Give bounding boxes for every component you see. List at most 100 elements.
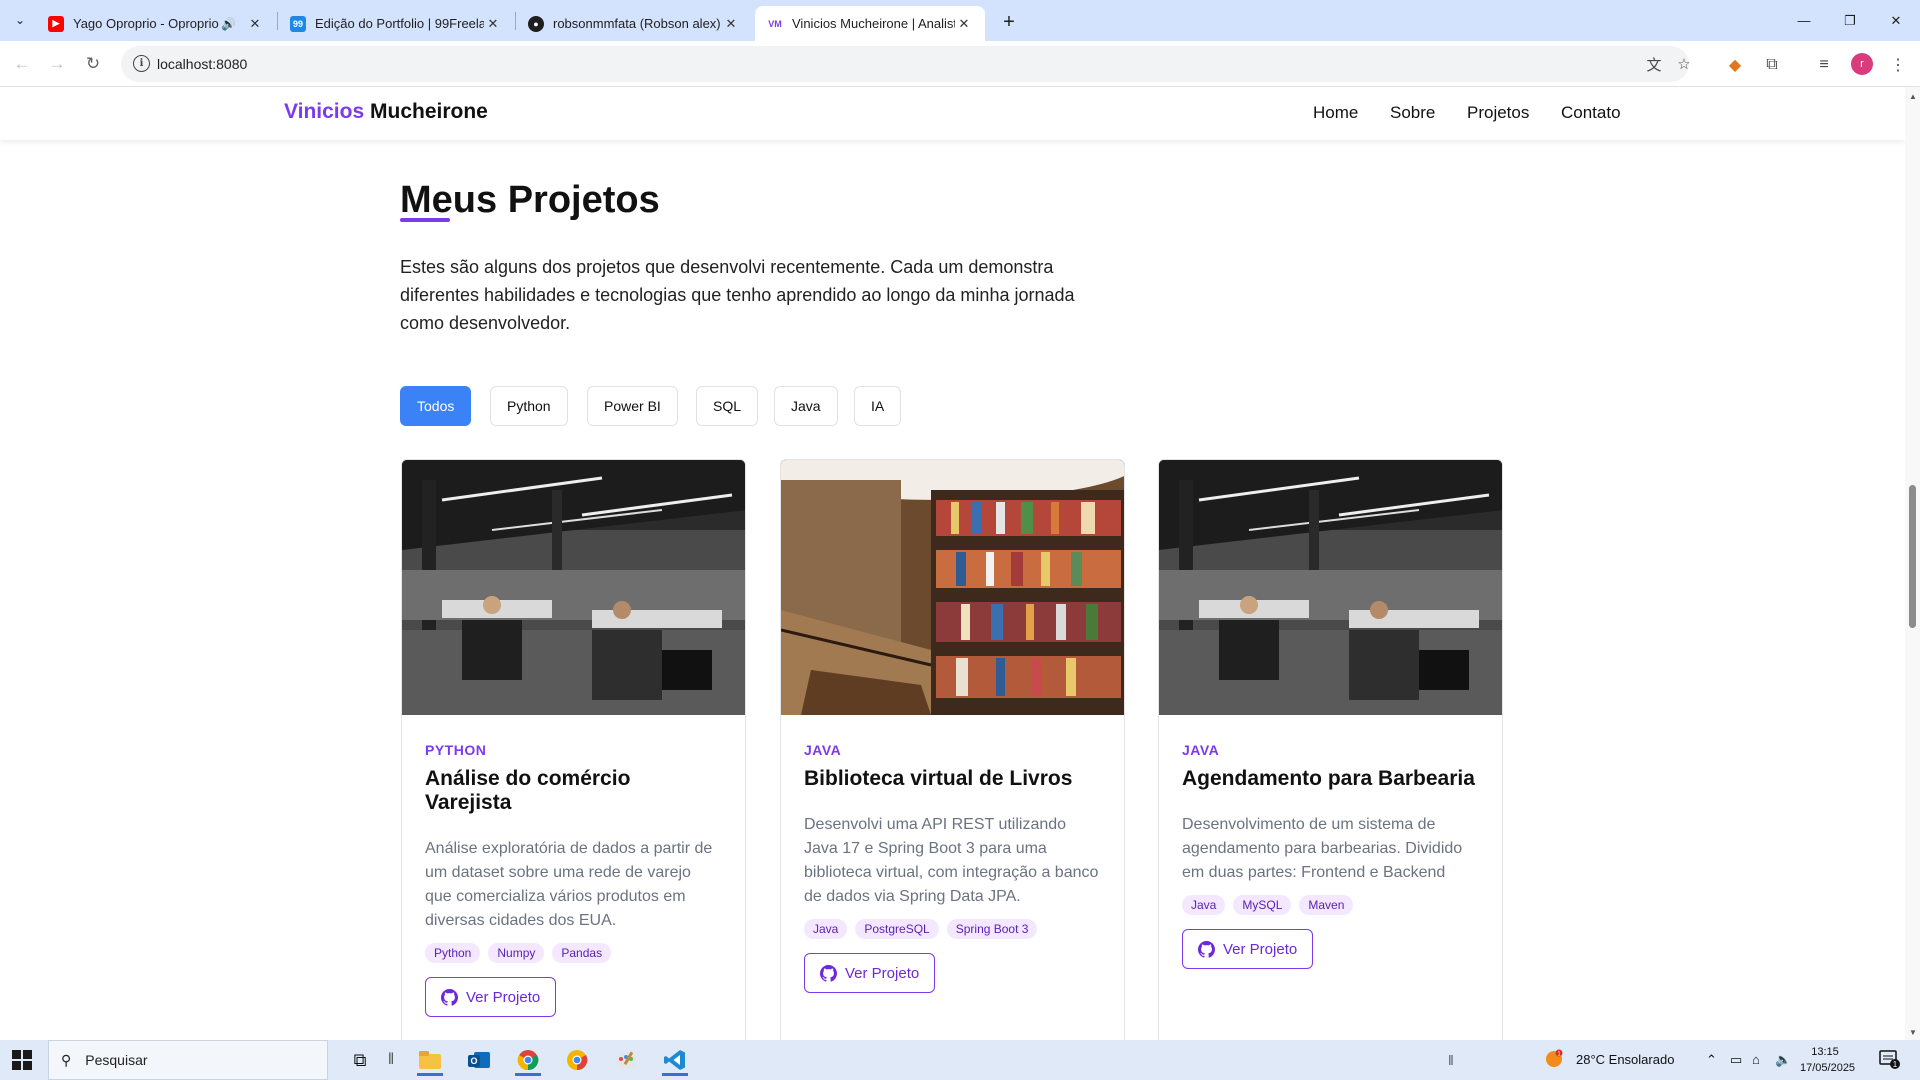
project-tags: Python Numpy Pandas bbox=[425, 943, 722, 963]
filter-java[interactable]: Java bbox=[774, 386, 838, 426]
tag: Maven bbox=[1299, 895, 1354, 915]
close-tab-icon[interactable]: ✕ bbox=[955, 15, 973, 33]
url-text[interactable]: localhost:8080 bbox=[157, 56, 247, 72]
project-category: JAVA bbox=[1182, 742, 1220, 758]
scroll-down-arrow-icon[interactable]: ▼ bbox=[1909, 1028, 1917, 1037]
github-icon bbox=[441, 988, 458, 1006]
weather-sun-icon[interactable]: 1 bbox=[1544, 1049, 1564, 1072]
tab-youtube[interactable]: ▶ Yago Oproprio - Oproprio ( 🔊 ✕ bbox=[36, 6, 276, 41]
nav-contato[interactable]: Contato bbox=[1561, 103, 1621, 123]
extensions-icon[interactable]: ⧉ bbox=[1760, 53, 1784, 77]
chrome-profile-icon[interactable] bbox=[560, 1044, 594, 1076]
weather-text[interactable]: 28°C Ensolarado bbox=[1576, 1052, 1674, 1067]
clock-time: 13:15 bbox=[1811, 1046, 1839, 1058]
project-description: Desenvolvi uma API REST utilizando Java … bbox=[804, 816, 1099, 905]
paint-icon[interactable] bbox=[609, 1044, 643, 1076]
button-label: Ver Projeto bbox=[1223, 940, 1298, 958]
tag: Java bbox=[804, 919, 848, 939]
profile-avatar[interactable]: r bbox=[1851, 53, 1873, 75]
project-description: Desenvolvimento de um sistema de agendam… bbox=[1182, 816, 1463, 881]
tag: Numpy bbox=[488, 943, 545, 963]
scrollbar-thumb[interactable] bbox=[1909, 485, 1916, 628]
windows-start-icon[interactable] bbox=[12, 1050, 32, 1070]
system-clock[interactable]: 13:15 17/05/2025 bbox=[1800, 1044, 1855, 1076]
filter-todos[interactable]: Todos bbox=[400, 386, 472, 426]
address-bar[interactable]: i localhost:8080 文 ☆ bbox=[121, 46, 1691, 82]
file-explorer-icon[interactable] bbox=[413, 1044, 447, 1076]
close-tab-icon[interactable]: ✕ bbox=[246, 15, 264, 33]
site-info-icon[interactable]: i bbox=[133, 55, 150, 72]
filter-sql[interactable]: SQL bbox=[696, 386, 759, 426]
outlook-icon[interactable]: O bbox=[462, 1044, 496, 1076]
task-view-icon[interactable]: ⧉ bbox=[343, 1044, 377, 1076]
close-window-icon[interactable]: ✕ bbox=[1873, 0, 1919, 41]
page-scrollbar[interactable]: ▲ ▼ bbox=[1905, 87, 1920, 1040]
menu-kebab-icon[interactable]: ⋮ bbox=[1886, 53, 1910, 77]
site-brand[interactable]: Vinicios Mucheirone bbox=[284, 100, 488, 124]
chevron-up-icon[interactable]: ⌃ bbox=[1706, 1052, 1717, 1068]
taskbar-search[interactable]: ⚲ Pesquisar bbox=[48, 1040, 328, 1080]
audio-playing-icon[interactable]: 🔊 bbox=[221, 17, 236, 31]
metamask-icon[interactable]: ◆ bbox=[1723, 53, 1747, 77]
tag: PostgreSQL bbox=[855, 919, 939, 939]
close-tab-icon[interactable]: ✕ bbox=[722, 15, 740, 33]
tab-github[interactable]: ● robsonmmfata (Robson alex) ✕ bbox=[516, 6, 752, 41]
notification-count: 1 bbox=[1893, 1060, 1898, 1069]
browser-toolbar: ← → ↻ i localhost:8080 文 ☆ ◆ ⧉ ≡ r ⋮ bbox=[0, 41, 1920, 87]
github-icon bbox=[820, 964, 837, 982]
notifications-icon[interactable]: 1 bbox=[1878, 1048, 1900, 1073]
nav-sobre[interactable]: Sobre bbox=[1390, 103, 1435, 123]
project-title: Agendamento para Barbearia bbox=[1182, 767, 1475, 790]
nav-projetos[interactable]: Projetos bbox=[1467, 103, 1529, 123]
tag: Java bbox=[1182, 895, 1226, 915]
tab-title: robsonmmfata (Robson alex) bbox=[553, 16, 721, 31]
nav-home[interactable]: Home bbox=[1313, 103, 1358, 123]
project-tags: Java MySQL Maven bbox=[1182, 895, 1479, 915]
taskbar-divider-icon: ‖ bbox=[387, 1051, 395, 1068]
project-card: JAVA Biblioteca virtual de Livros Desenv… bbox=[780, 459, 1125, 1040]
network-icon[interactable]: ⌂ bbox=[1752, 1052, 1760, 1067]
forward-icon[interactable]: → bbox=[43, 50, 71, 78]
tab-portfolio[interactable]: VM Vinicios Mucheirone | Analista D ✕ bbox=[755, 6, 985, 41]
tab-title: Edição do Portfolio | 99Freelas bbox=[315, 16, 484, 31]
filter-ia[interactable]: IA bbox=[854, 386, 902, 426]
restore-icon[interactable]: ❐ bbox=[1827, 0, 1873, 41]
bookmark-star-icon[interactable]: ☆ bbox=[1674, 54, 1694, 74]
brand-last-name: Mucheirone bbox=[370, 100, 488, 123]
tab-strip: ⌄ ▶ Yago Oproprio - Oproprio ( 🔊 ✕ 99 Ed… bbox=[0, 0, 1920, 41]
scroll-up-arrow-icon[interactable]: ▲ bbox=[1909, 92, 1917, 101]
reload-icon[interactable]: ↻ bbox=[79, 50, 107, 78]
project-tags: Java PostgreSQL Spring Boot 3 bbox=[804, 919, 1101, 939]
project-category: PYTHON bbox=[425, 742, 487, 758]
tab-search-chevron-icon[interactable]: ⌄ bbox=[8, 8, 32, 32]
github-icon bbox=[1198, 940, 1215, 958]
tab-title: Vinicios Mucheirone | Analista D bbox=[792, 16, 955, 31]
chrome-icon[interactable] bbox=[511, 1044, 545, 1076]
battery-icon[interactable]: ▭ bbox=[1730, 1052, 1742, 1068]
search-placeholder: Pesquisar bbox=[85, 1052, 148, 1068]
ver-projeto-button[interactable]: Ver Projeto bbox=[1182, 929, 1314, 969]
project-image-office bbox=[402, 460, 745, 715]
minimize-icon[interactable]: — bbox=[1781, 0, 1827, 41]
ver-projeto-button[interactable]: Ver Projeto bbox=[804, 953, 936, 993]
github-icon: ● bbox=[528, 15, 544, 32]
filter-power-bi[interactable]: Power BI bbox=[587, 386, 678, 426]
ver-projeto-button[interactable]: Ver Projeto bbox=[425, 977, 557, 1017]
project-category: JAVA bbox=[804, 742, 842, 758]
tag: Python bbox=[425, 943, 481, 963]
tab-title: Yago Oproprio - Oproprio ( bbox=[73, 16, 222, 31]
back-icon[interactable]: ← bbox=[8, 50, 36, 78]
vscode-icon[interactable] bbox=[658, 1044, 692, 1076]
media-control-icon[interactable]: ≡ bbox=[1812, 53, 1836, 77]
translate-icon[interactable]: 文 bbox=[1644, 54, 1664, 74]
brand-first-name: Vinicios bbox=[284, 100, 365, 123]
filter-python[interactable]: Python bbox=[490, 386, 568, 426]
tag: Spring Boot 3 bbox=[946, 919, 1038, 939]
svg-text:O: O bbox=[470, 1056, 477, 1066]
close-tab-icon[interactable]: ✕ bbox=[484, 15, 502, 33]
project-title: Análise do comércio Varejista bbox=[425, 767, 631, 814]
search-icon: ⚲ bbox=[61, 1051, 72, 1068]
volume-icon[interactable]: 🔈 bbox=[1775, 1052, 1791, 1068]
tab-99freelas[interactable]: 99 Edição do Portfolio | 99Freelas ✕ bbox=[278, 6, 514, 41]
new-tab-icon[interactable]: + bbox=[995, 8, 1023, 36]
